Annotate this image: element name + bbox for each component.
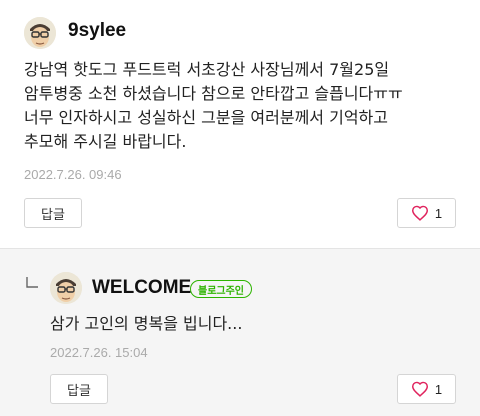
avatar-icon bbox=[24, 17, 56, 49]
heart-icon bbox=[411, 205, 428, 221]
reply-button[interactable]: 답글 bbox=[24, 198, 82, 228]
avatar[interactable] bbox=[24, 17, 56, 49]
like-button[interactable]: 1 bbox=[397, 198, 456, 228]
username[interactable]: 9sylee bbox=[68, 20, 126, 42]
avatar[interactable] bbox=[50, 272, 82, 304]
like-button[interactable]: 1 bbox=[397, 374, 456, 404]
username[interactable]: WELCOME bbox=[92, 277, 191, 299]
reply-button[interactable]: 답글 bbox=[50, 374, 108, 404]
comment-timestamp: 2022.7.26. 15:04 bbox=[50, 345, 148, 360]
like-count: 1 bbox=[434, 381, 443, 397]
heart-icon bbox=[411, 381, 428, 397]
reply-comment: WELCOME 블로그주인 삼가 고인의 명복을 빕니다... 2022.7.2… bbox=[0, 249, 480, 416]
comment-text: 강남역 핫도그 푸드트럭 서초강산 사장님께서 7월25일 암투병중 소천 하셨… bbox=[24, 60, 403, 151]
reply-button-label: 답글 bbox=[41, 207, 65, 223]
reply-button-label: 답글 bbox=[67, 383, 91, 399]
like-count: 1 bbox=[434, 205, 443, 221]
reply-arrow-icon bbox=[26, 277, 38, 288]
comment-text: 삼가 고인의 명복을 빕니다... bbox=[50, 314, 243, 333]
comment: 9sylee 강남역 핫도그 푸드트럭 서초강산 사장님께서 7월25일 암투병… bbox=[0, 0, 480, 249]
blog-owner-badge: 블로그주인 bbox=[190, 280, 252, 298]
comment-timestamp: 2022.7.26. 09:46 bbox=[24, 167, 122, 182]
avatar-icon bbox=[50, 272, 82, 304]
